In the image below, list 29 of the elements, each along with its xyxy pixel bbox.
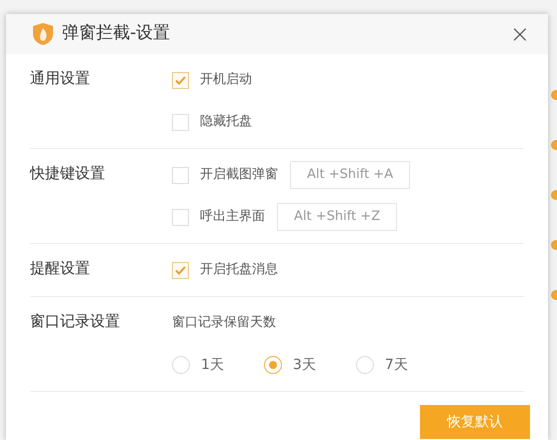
radio-label: 1天 — [201, 356, 224, 374]
check-icon — [175, 76, 186, 84]
section-label: 快捷键设置 — [30, 163, 106, 184]
shortcut-field[interactable]: Alt +Shift +A — [290, 161, 410, 189]
close-button[interactable]: × — [510, 22, 530, 46]
radio-label: 3天 — [292, 356, 316, 374]
shortcut-field[interactable]: Alt +Shift +Z — [277, 203, 398, 231]
checkbox-label: 开启截图弹窗 — [200, 166, 278, 184]
checkbox[interactable] — [172, 262, 189, 278]
section-label: 提醒设置 — [30, 258, 91, 279]
section-label: 窗口记录设置 — [30, 311, 121, 332]
checkbox-label: 开启托盘消息 — [200, 261, 278, 280]
setting-label: 窗口记录保留天数 — [172, 314, 277, 332]
shield-flame-icon — [32, 22, 54, 46]
radio-label: 7天 — [384, 356, 408, 374]
section-label: 通用设置 — [30, 68, 91, 89]
checkbox-label: 隐藏托盘 — [200, 113, 252, 132]
checkbox[interactable] — [172, 166, 189, 184]
restore-defaults-button[interactable]: 恢复默认 — [420, 405, 530, 439]
checkbox-label: 开机启动 — [200, 71, 252, 90]
checkbox-label: 呼出主界面 — [200, 208, 265, 226]
checkbox[interactable] — [172, 208, 189, 226]
radio-button[interactable] — [356, 356, 374, 374]
radio-button[interactable] — [264, 356, 282, 374]
checkbox[interactable] — [172, 72, 189, 88]
window-title: 弹窗拦截-设置 — [62, 22, 170, 46]
check-icon — [175, 266, 186, 274]
radio-button[interactable] — [172, 356, 190, 374]
checkbox[interactable] — [172, 114, 189, 130]
